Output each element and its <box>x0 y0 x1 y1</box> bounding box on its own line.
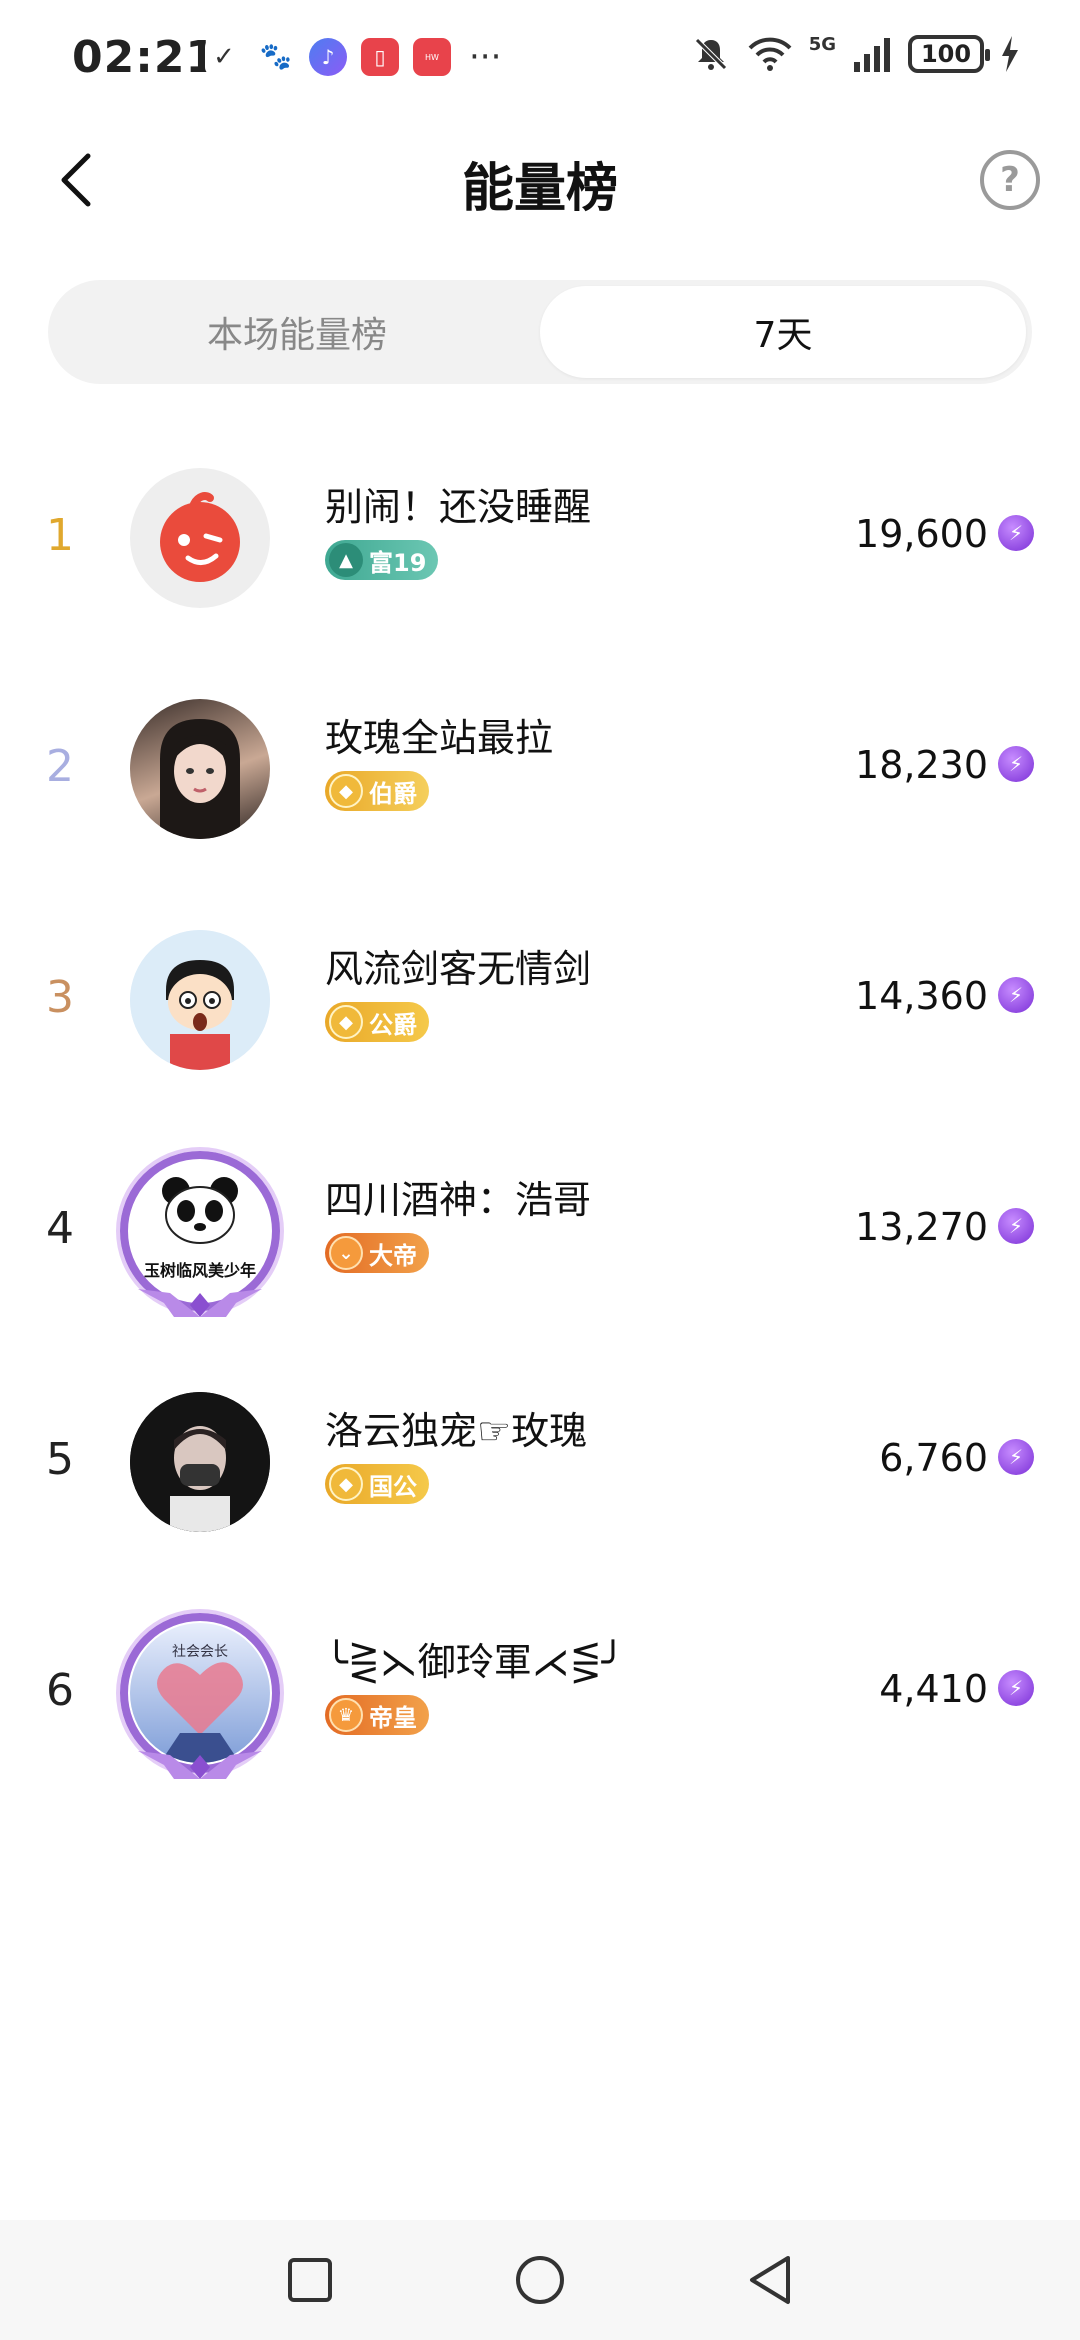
wink-face-icon <box>160 492 240 582</box>
music-icon: ♪ <box>309 38 347 76</box>
more-notifications-icon: ··· <box>469 37 502 77</box>
ranking-row[interactable]: 3 风流剑客无情剑 ◆ 公爵 14,360 ⚡ <box>0 902 1080 1133</box>
user-name: 四川酒神：浩哥 <box>325 1178 592 1222</box>
header: 能量榜 ? <box>0 130 1080 230</box>
status-right: 5G 100 <box>691 34 1020 74</box>
baidu-icon: 🐾 <box>257 38 295 76</box>
level-badge: ◆ 公爵 <box>325 1002 429 1042</box>
wings-ornament-icon <box>138 1751 262 1779</box>
energy-score: 13,270 <box>855 1205 988 1249</box>
ranking-row[interactable]: 4 玉树临风美少年 四川酒神：浩哥 ⌄ 大帝 13,270 ⚡ <box>0 1133 1080 1364</box>
level-badge: ▲ 富19 <box>325 540 439 580</box>
badge-label: 伯爵 <box>369 779 417 808</box>
avatar-caption: 社会会长 <box>172 1644 228 1660</box>
rank-number: 2 <box>46 741 74 792</box>
lightning-icon: ⚡ <box>998 977 1034 1013</box>
masked-portrait-icon <box>130 1392 270 1532</box>
back-nav-button[interactable] <box>740 2250 800 2310</box>
rank-number: 4 <box>46 1203 74 1254</box>
badge-label: 大帝 <box>369 1241 417 1270</box>
diamond-badge-icon: ◆ <box>329 1005 363 1039</box>
help-icon[interactable]: ? <box>980 150 1040 210</box>
avatar[interactable] <box>130 468 270 608</box>
ranking-row[interactable]: 6 社会会长 ╰⋛⋋御玲軍⋌⋚╯ ♛ 帝皇 4,410 ⚡ <box>0 1595 1080 1826</box>
user-name: ╰⋛⋋御玲軍⋌⋚╯ <box>325 1640 625 1684</box>
chevron-badge-icon: ⌄ <box>329 1236 363 1270</box>
level-badge: ◆ 国公 <box>325 1464 429 1504</box>
badge-label: 帝皇 <box>369 1703 417 1732</box>
wings-ornament-icon <box>138 1289 262 1317</box>
crown-badge-icon: ♛ <box>329 1698 363 1732</box>
energy-score: 4,410 <box>879 1667 988 1711</box>
notification-icons: ✓ 🐾 ♪ ▯ HW ··· <box>205 38 501 76</box>
level-badge: ♛ 帝皇 <box>325 1695 429 1735</box>
user-name: 风流剑客无情剑 <box>325 947 592 991</box>
user-name: 玫瑰全站最拉 <box>325 716 554 760</box>
level-badge: ◆ 伯爵 <box>325 771 429 811</box>
status-time: 02:21 <box>72 32 218 83</box>
diamond-badge-icon: ◆ <box>329 774 363 808</box>
page-title: 能量榜 <box>461 159 618 219</box>
avatar[interactable] <box>130 699 270 839</box>
lightning-icon: ⚡ <box>998 1439 1034 1475</box>
tab-bar: 本场能量榜 7天 <box>48 280 1032 384</box>
battery-level: 100 <box>920 40 972 68</box>
rank-number: 1 <box>46 510 74 561</box>
avatar[interactable] <box>130 930 270 1070</box>
square-icon <box>288 2258 332 2302</box>
badge-label: 国公 <box>369 1472 417 1501</box>
diamond-badge-icon: ◆ <box>329 1467 363 1501</box>
energy-score: 18,230 <box>855 743 988 787</box>
user-name: 洛云独宠☞玫瑰 <box>325 1409 588 1453</box>
lightning-icon: ⚡ <box>998 1208 1034 1244</box>
rank-number: 3 <box>46 972 74 1023</box>
ranking-row[interactable]: 1 别闹！还没睡醒 ▲ 富19 19,600 ⚡ <box>0 440 1080 671</box>
energy-score: 6,760 <box>879 1436 988 1480</box>
avatar[interactable] <box>130 1392 270 1532</box>
level-badge: ⌄ 大帝 <box>325 1233 429 1273</box>
wifi-icon <box>748 37 792 71</box>
circle-icon <box>516 2256 564 2304</box>
lightning-icon: ⚡ <box>998 746 1034 782</box>
badge-label: 富19 <box>369 548 427 577</box>
network-type-label: 5G <box>808 33 836 55</box>
badge-label: 公爵 <box>369 1010 417 1039</box>
user-name: 别闹！还没睡醒 <box>325 485 592 529</box>
energy-score: 14,360 <box>855 974 988 1018</box>
rank-number: 6 <box>46 1665 74 1716</box>
status-bar: 02:21 ✓ 🐾 ♪ ▯ HW ··· 5G 100 <box>0 0 1080 120</box>
book-icon: ▯ <box>361 38 399 76</box>
battery-icon: 100 <box>908 35 990 73</box>
lightning-icon: ⚡ <box>998 1670 1034 1706</box>
tab-7-days[interactable]: 7天 <box>540 286 1026 378</box>
recents-button[interactable] <box>280 2250 340 2310</box>
rank-number: 5 <box>46 1434 74 1485</box>
huawei-icon: HW <box>413 38 451 76</box>
triangle-badge-icon: ▲ <box>329 543 363 577</box>
ranking-row[interactable]: 2 玫瑰全站最拉 ◆ 伯爵 18,230 ⚡ <box>0 671 1080 902</box>
triangle-back-icon <box>750 2256 790 2304</box>
ranking-list: 1 别闹！还没睡醒 ▲ 富19 19,600 ⚡ 2 玫瑰全站最拉 ◆ 伯爵 1… <box>0 440 1080 1826</box>
home-button[interactable] <box>510 2250 570 2310</box>
ranking-row[interactable]: 5 洛云独宠☞玫瑰 ◆ 国公 6,760 ⚡ <box>0 1364 1080 1595</box>
avatar-caption: 玉树临风美少年 <box>143 1261 256 1280</box>
mute-bell-icon <box>694 38 727 70</box>
lightning-icon: ⚡ <box>998 515 1034 551</box>
portrait-photo-icon <box>160 719 240 839</box>
system-nav-bar <box>0 2220 1080 2340</box>
app-notification-icon: ✓ <box>205 38 243 76</box>
cartoon-boy-icon <box>130 930 270 1070</box>
energy-score: 19,600 <box>855 512 988 556</box>
tab-current-session[interactable]: 本场能量榜 <box>54 286 540 378</box>
charging-icon <box>1002 36 1018 72</box>
signal-icon <box>854 38 890 72</box>
